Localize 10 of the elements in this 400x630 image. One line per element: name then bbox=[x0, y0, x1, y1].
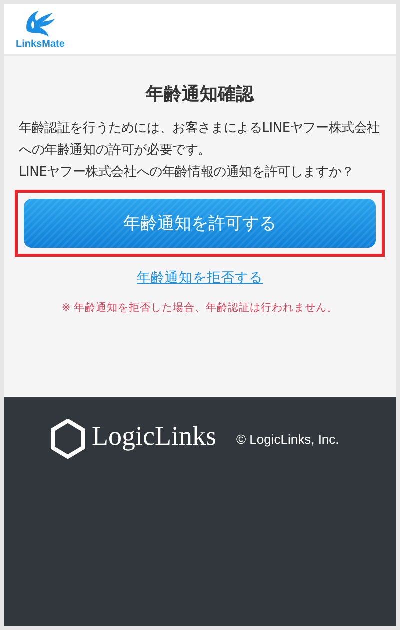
company-logo-text: LogicLinks bbox=[92, 421, 216, 452]
warning-note: ※ 年齢通知を拒否した場合、年齢認証は行われません。 bbox=[62, 301, 338, 315]
allow-button[interactable]: 年齢通知を許可する bbox=[24, 199, 376, 248]
hexagon-logo-icon bbox=[50, 419, 86, 459]
deny-link[interactable]: 年齢通知を拒否する bbox=[137, 269, 263, 287]
consent-message: 年齢認証を行うためには、お客さまによるLINEヤフー株式会社への年齢通知の許可が必要です。 bbox=[18, 120, 382, 160]
consent-message: LINEヤフー株式会社への年齢情報の通知を許可しますか？ bbox=[18, 164, 356, 182]
copyright: © LogicLinks, Inc. bbox=[236, 432, 340, 447]
brand-name: LinksMate bbox=[16, 38, 65, 50]
dialog-title: 年齢通知確認 bbox=[146, 83, 254, 106]
